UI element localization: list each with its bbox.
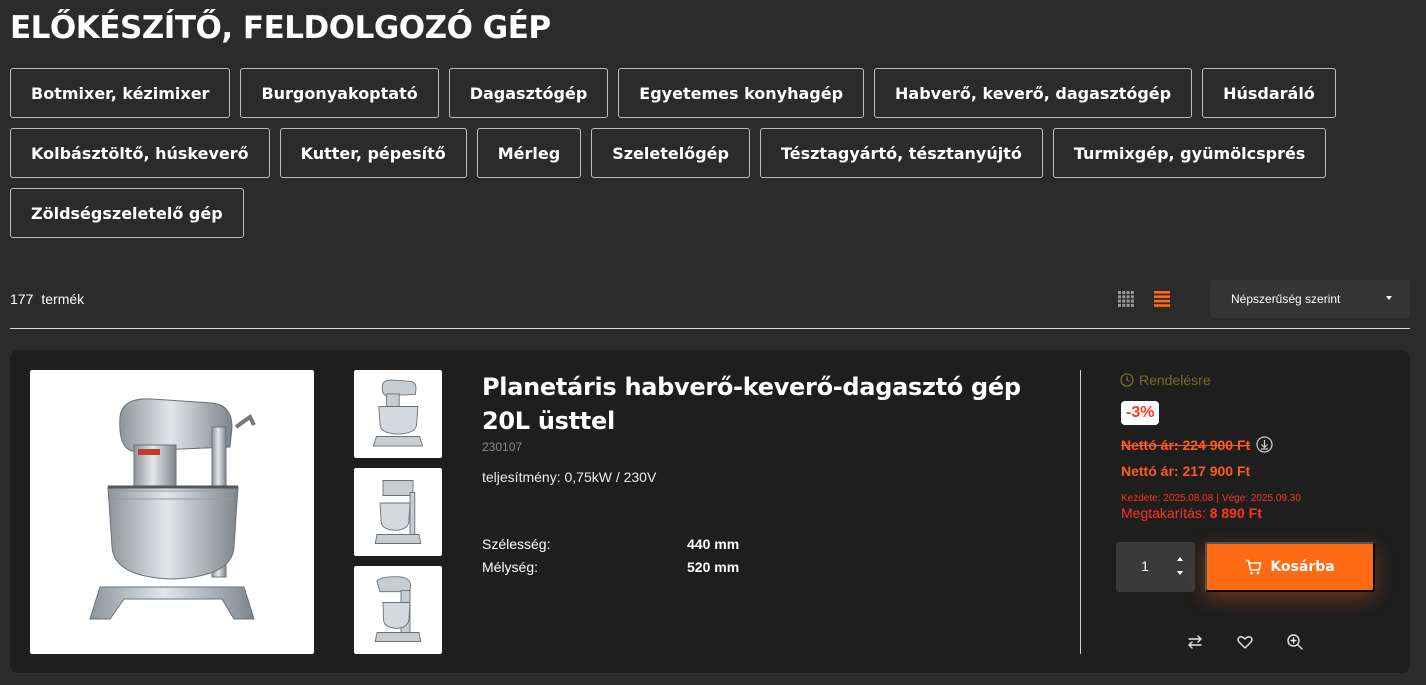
saving-label: Megtakarítás: (1121, 505, 1206, 521)
cart-icon (1246, 559, 1262, 575)
sale-period-separator: | (1216, 493, 1219, 504)
old-price: Nettó ár: 224 900 Ft (1121, 436, 1273, 453)
availability: Rendelésre (1120, 372, 1211, 388)
product-count-label: termék (41, 291, 85, 307)
category-row: Kolbásztöltő, húskeverő Kutter, pépesítő… (10, 128, 1410, 178)
category-burgonyakoptato[interactable]: Burgonyakoptató (240, 68, 439, 118)
mixer-thumbnail-image (372, 379, 424, 447)
product-card: Planetáris habverő-keverő-dagasztó gép 2… (10, 350, 1410, 673)
product-count-value: 177 (10, 291, 34, 307)
category-tesztagyarto[interactable]: Tésztagyártó, tésztanyújtó (759, 128, 1043, 178)
product-title[interactable]: Planetáris habverő-keverő-dagasztó gép 2… (482, 370, 1042, 438)
sale-end: Vége: 2025.09.30 (1221, 493, 1301, 504)
product-spec-line: teljesítmény: 0,75kW / 230V (482, 469, 657, 485)
mixer-thumbnail-image (374, 480, 422, 544)
zoom-icon[interactable] (1286, 633, 1304, 651)
category-husdaralo[interactable]: Húsdaráló (1202, 68, 1336, 118)
chevron-up-icon[interactable] (1177, 557, 1183, 561)
product-thumbnail[interactable] (354, 468, 442, 556)
add-to-cart-button[interactable]: Kosárba (1205, 542, 1375, 592)
mixer-thumbnail-image (374, 576, 422, 642)
category-kolbasztolto[interactable]: Kolbásztöltő, húskeverő (10, 128, 270, 178)
saving: Megtakarítás: 8 890 Ft (1121, 505, 1262, 521)
quantity-stepper[interactable]: 1 (1116, 542, 1195, 592)
category-kutter[interactable]: Kutter, pépesítő (279, 128, 467, 178)
quantity-value[interactable]: 1 (1116, 558, 1174, 574)
compare-icon[interactable] (1186, 633, 1204, 651)
new-price: Nettó ár: 217 900 Ft (1121, 463, 1251, 479)
category-list: Botmixer, kézimixer Burgonyakoptató Daga… (10, 68, 1410, 248)
spec-key: Szélesség: (482, 536, 551, 552)
availability-text: Rendelésre (1139, 372, 1211, 388)
chevron-down-icon[interactable] (1177, 571, 1183, 575)
category-botmixer[interactable]: Botmixer, kézimixer (10, 68, 231, 118)
clock-icon (1120, 373, 1134, 387)
category-row: Zöldségszeletelő gép (10, 188, 1410, 238)
product-thumbnail[interactable] (354, 370, 442, 458)
listing-toolbar: 177 termék Népszerűség szerint (10, 280, 1410, 318)
vertical-divider (1080, 370, 1081, 654)
spec-value: 440 mm (687, 536, 740, 552)
category-szeletelogep[interactable]: Szeletelőgép (591, 128, 750, 178)
category-dagasztogep[interactable]: Dagasztógép (448, 68, 609, 118)
sale-period: Kezdete: 2025.08.08 | Vége: 2025.09.30 (1121, 493, 1301, 504)
sort-select-value: Népszerűség szerint (1231, 292, 1341, 306)
product-sku: 230107 (482, 440, 523, 454)
category-row: Botmixer, kézimixer Burgonyakoptató Daga… (10, 68, 1410, 118)
spec-key: Mélység: (482, 559, 539, 575)
product-main-image[interactable] (30, 370, 314, 654)
heart-icon[interactable] (1236, 633, 1254, 651)
chevron-down-icon (1386, 296, 1392, 300)
product-count: 177 termék (10, 291, 84, 307)
add-to-cart-label: Kosárba (1270, 559, 1335, 575)
sort-select[interactable]: Népszerűség szerint (1210, 280, 1410, 318)
category-egyetemes-konyhagep[interactable]: Egyetemes konyhagép (618, 68, 865, 118)
divider (10, 328, 1410, 329)
category-merleg[interactable]: Mérleg (476, 128, 582, 178)
sale-start: Kezdete: 2025.08.08 (1121, 493, 1214, 504)
old-price-text: Nettó ár: 224 900 Ft (1121, 436, 1251, 453)
discount-badge: -3% (1121, 401, 1160, 425)
grid-view-icon[interactable] (1118, 291, 1134, 307)
price-info-icon[interactable] (1256, 436, 1273, 453)
category-turmixgep[interactable]: Turmixgép, gyümölcsprés (1052, 128, 1327, 178)
saving-value: 8 890 Ft (1209, 505, 1262, 521)
category-habvero[interactable]: Habverő, keverő, dagasztógép (874, 68, 1193, 118)
category-zoldsegszeletelo[interactable]: Zöldségszeletelő gép (10, 188, 244, 238)
mixer-image (89, 398, 256, 620)
product-thumbnail[interactable] (354, 566, 442, 654)
page-title: ELŐKÉSZÍTŐ, FELDOLGOZÓ GÉP (10, 10, 551, 46)
list-view-icon[interactable] (1154, 291, 1170, 307)
spec-value: 520 mm (687, 559, 740, 575)
